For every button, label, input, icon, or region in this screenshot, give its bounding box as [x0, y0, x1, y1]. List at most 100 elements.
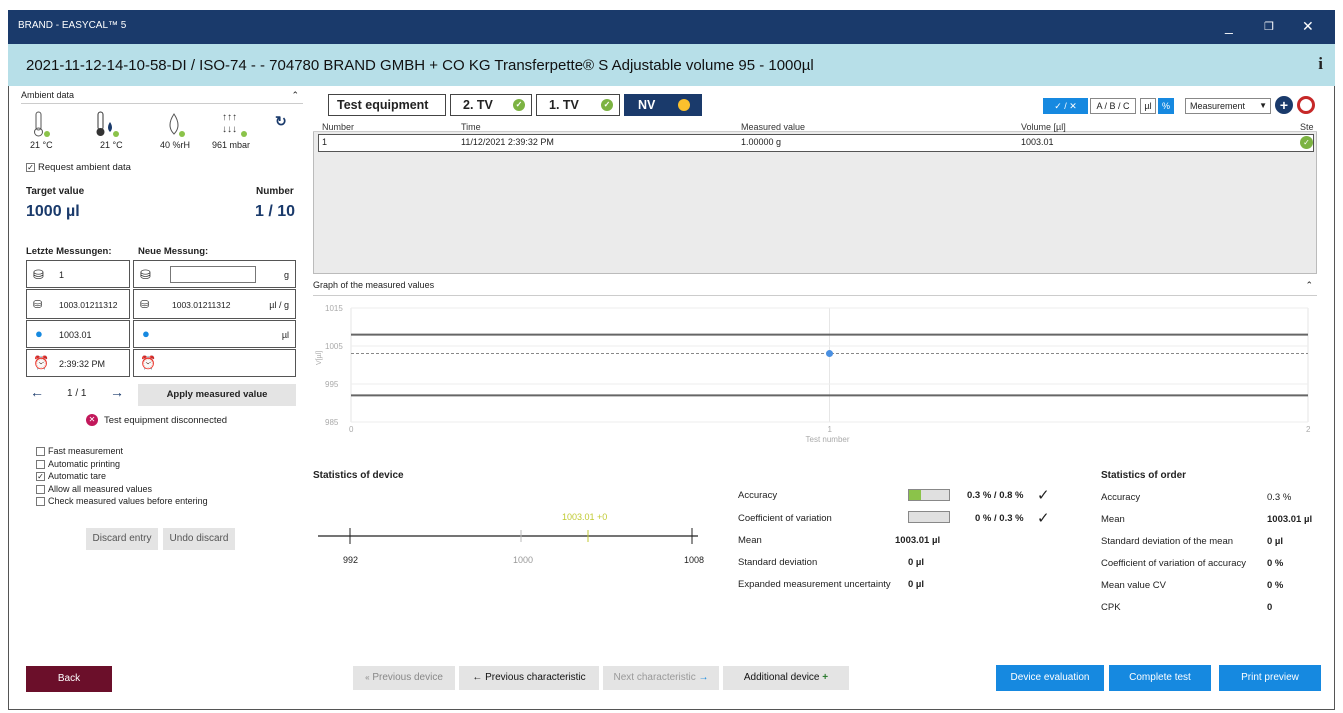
- info-icon[interactable]: i: [1318, 54, 1323, 74]
- drop-icon: ●: [35, 326, 43, 341]
- device-stats-title: Statistics of device: [313, 470, 404, 481]
- weight-icon: ⛁: [140, 267, 151, 282]
- add-icon[interactable]: +: [1275, 96, 1293, 114]
- order-sdm-label: Standard deviation of the mean: [1101, 536, 1234, 547]
- option-automatic-tare[interactable]: ✓ Automatic tare: [36, 470, 208, 483]
- option-automatic-printing[interactable]: Automatic printing: [36, 458, 208, 471]
- x-tick-label: 2: [1306, 425, 1311, 434]
- order-cpk-value: 0: [1267, 602, 1273, 613]
- device-sd-label: Standard deviation: [738, 557, 818, 568]
- y-tick-label: 1015: [325, 304, 343, 313]
- col-volume[interactable]: Volume [µl]: [1021, 122, 1066, 132]
- mode-select[interactable]: Measurement ▼: [1185, 98, 1271, 114]
- order-stats-title: Statistics of order: [1101, 470, 1187, 481]
- refresh-icon[interactable]: ↻: [275, 113, 287, 130]
- apply-measured-value-button[interactable]: Apply measured value: [138, 384, 296, 406]
- print-preview-button[interactable]: Print preview: [1219, 665, 1321, 691]
- col-number[interactable]: Number: [322, 122, 354, 132]
- new-time-cell: ⏰: [133, 349, 296, 377]
- step-nv[interactable]: NV: [624, 94, 702, 116]
- undo-discard-button[interactable]: Undo discard: [163, 528, 235, 550]
- check-circle-icon: ✓: [513, 99, 525, 111]
- order-accuracy-value: 0.3 %: [1267, 492, 1292, 503]
- header-bar: 2021-11-12-14-10-58-DI / ISO-74 - - 7047…: [8, 44, 1335, 86]
- device-cv-value: 0 % / 0.3 %: [975, 513, 1024, 524]
- graph-header[interactable]: Graph of the measured values ⌃: [313, 280, 1317, 296]
- option-check-values[interactable]: Check measured values before entering: [36, 495, 208, 508]
- number-label: Number: [256, 186, 294, 197]
- weight-input[interactable]: [170, 266, 256, 283]
- y-axis-label: V[µl]: [316, 351, 323, 365]
- previous-characteristic-button[interactable]: ← Previous characteristic: [459, 666, 599, 690]
- collapse-icon[interactable]: ⌃: [1305, 280, 1313, 291]
- check-toggle[interactable]: ✓ / ✕: [1043, 98, 1088, 114]
- x-axis-label: Test number: [806, 435, 850, 444]
- col-ste[interactable]: Ste: [1300, 122, 1314, 132]
- ambient-header[interactable]: Ambient data ⌃: [21, 90, 303, 104]
- cell-measured: 1.00000 g: [741, 137, 782, 147]
- step-test-equipment[interactable]: Test equipment: [328, 94, 446, 116]
- abc-toggle[interactable]: A / B / C: [1090, 98, 1136, 114]
- scale-mid: 1000: [513, 555, 534, 565]
- additional-device-button[interactable]: Additional device +: [723, 666, 849, 690]
- ambient-label: Ambient data: [21, 90, 75, 100]
- arrow-right-icon: →: [698, 672, 709, 683]
- delete-icon[interactable]: [1297, 96, 1315, 114]
- device-mean-value: 1003.01 µl: [895, 535, 941, 546]
- alarm-clock-icon: ⏰: [33, 355, 50, 370]
- ambient-humidity: 40 %rH: [160, 140, 191, 150]
- order-mean-label: Mean: [1101, 514, 1125, 525]
- option-fast-measurement[interactable]: Fast measurement: [36, 445, 208, 458]
- previous-device-button[interactable]: « Previous device: [353, 666, 455, 690]
- ul-toggle[interactable]: µl: [1140, 98, 1156, 114]
- discard-entry-button[interactable]: Discard entry: [86, 528, 158, 550]
- option-allow-all[interactable]: Allow all measured values: [36, 483, 208, 496]
- y-tick-label: 995: [325, 380, 339, 389]
- target-value: 1000 µl: [26, 203, 80, 220]
- next-characteristic-button[interactable]: Next characteristic →: [603, 666, 719, 690]
- last-volume-cell: ● 1003.01: [26, 320, 130, 348]
- prev-arrow-icon[interactable]: ←: [30, 384, 44, 400]
- svg-text:↓↓↓: ↓↓↓: [222, 124, 237, 135]
- graph-title: Graph of the measured values: [313, 280, 435, 290]
- pressure-icon: ↑↑↑↓↓↓: [222, 112, 247, 137]
- new-volume-cell: ● µl: [133, 320, 296, 348]
- order-cpk-label: CPK: [1101, 602, 1121, 613]
- measured-values-chart: 1015 1005 995 985 0 1 2 Test number V[µl]: [316, 304, 1311, 444]
- y-tick-label: 1005: [325, 342, 343, 351]
- weight-drop-icon: ⛁: [140, 299, 150, 311]
- restore-button[interactable]: ❐: [1264, 20, 1274, 33]
- ambient-pressure: 961 mbar: [212, 140, 251, 150]
- next-arrow-icon[interactable]: →: [110, 384, 124, 400]
- step-1tv[interactable]: 1. TV ✓: [536, 94, 620, 116]
- device-evaluation-button[interactable]: Device evaluation: [996, 665, 1104, 691]
- pct-toggle[interactable]: %: [1158, 98, 1174, 114]
- row-ok-icon: ✓: [1300, 136, 1313, 149]
- order-accuracy-label: Accuracy: [1101, 492, 1141, 503]
- plus-icon: +: [822, 672, 829, 683]
- minimize-button[interactable]: _: [1225, 18, 1233, 34]
- close-button[interactable]: ✕: [1302, 18, 1314, 35]
- y-tick-label: 985: [325, 418, 339, 427]
- order-sdm-value: 0 µl: [1267, 536, 1284, 547]
- device-emu-value: 0 µl: [908, 579, 925, 590]
- step-2tv[interactable]: 2. TV ✓: [450, 94, 532, 116]
- cell-volume: 1003.01: [1021, 137, 1054, 147]
- device-accuracy-value: 0.3 % / 0.8 %: [967, 490, 1024, 501]
- pager: 1 / 1: [67, 388, 87, 399]
- request-ambient-checkbox[interactable]: ✓ Request ambient data: [26, 162, 131, 173]
- data-point: [826, 350, 833, 358]
- last-conversion-cell: ⛁ 1003.01211312: [26, 289, 130, 319]
- scale-min: 992: [343, 555, 359, 565]
- complete-test-button[interactable]: Complete test: [1109, 665, 1211, 691]
- col-time[interactable]: Time: [461, 122, 481, 132]
- new-measurement-label: Neue Messung:: [138, 246, 209, 257]
- scale-max: 1008: [684, 555, 705, 565]
- col-measured[interactable]: Measured value: [741, 122, 805, 132]
- number-value: 1 / 10: [255, 203, 296, 220]
- device-sd-value: 0 µl: [908, 557, 925, 568]
- check-circle-icon: ✓: [601, 99, 613, 111]
- collapse-icon[interactable]: ⌃: [291, 90, 299, 101]
- back-button[interactable]: Back: [26, 666, 112, 692]
- svg-text:↑↑↑: ↑↑↑: [222, 112, 237, 123]
